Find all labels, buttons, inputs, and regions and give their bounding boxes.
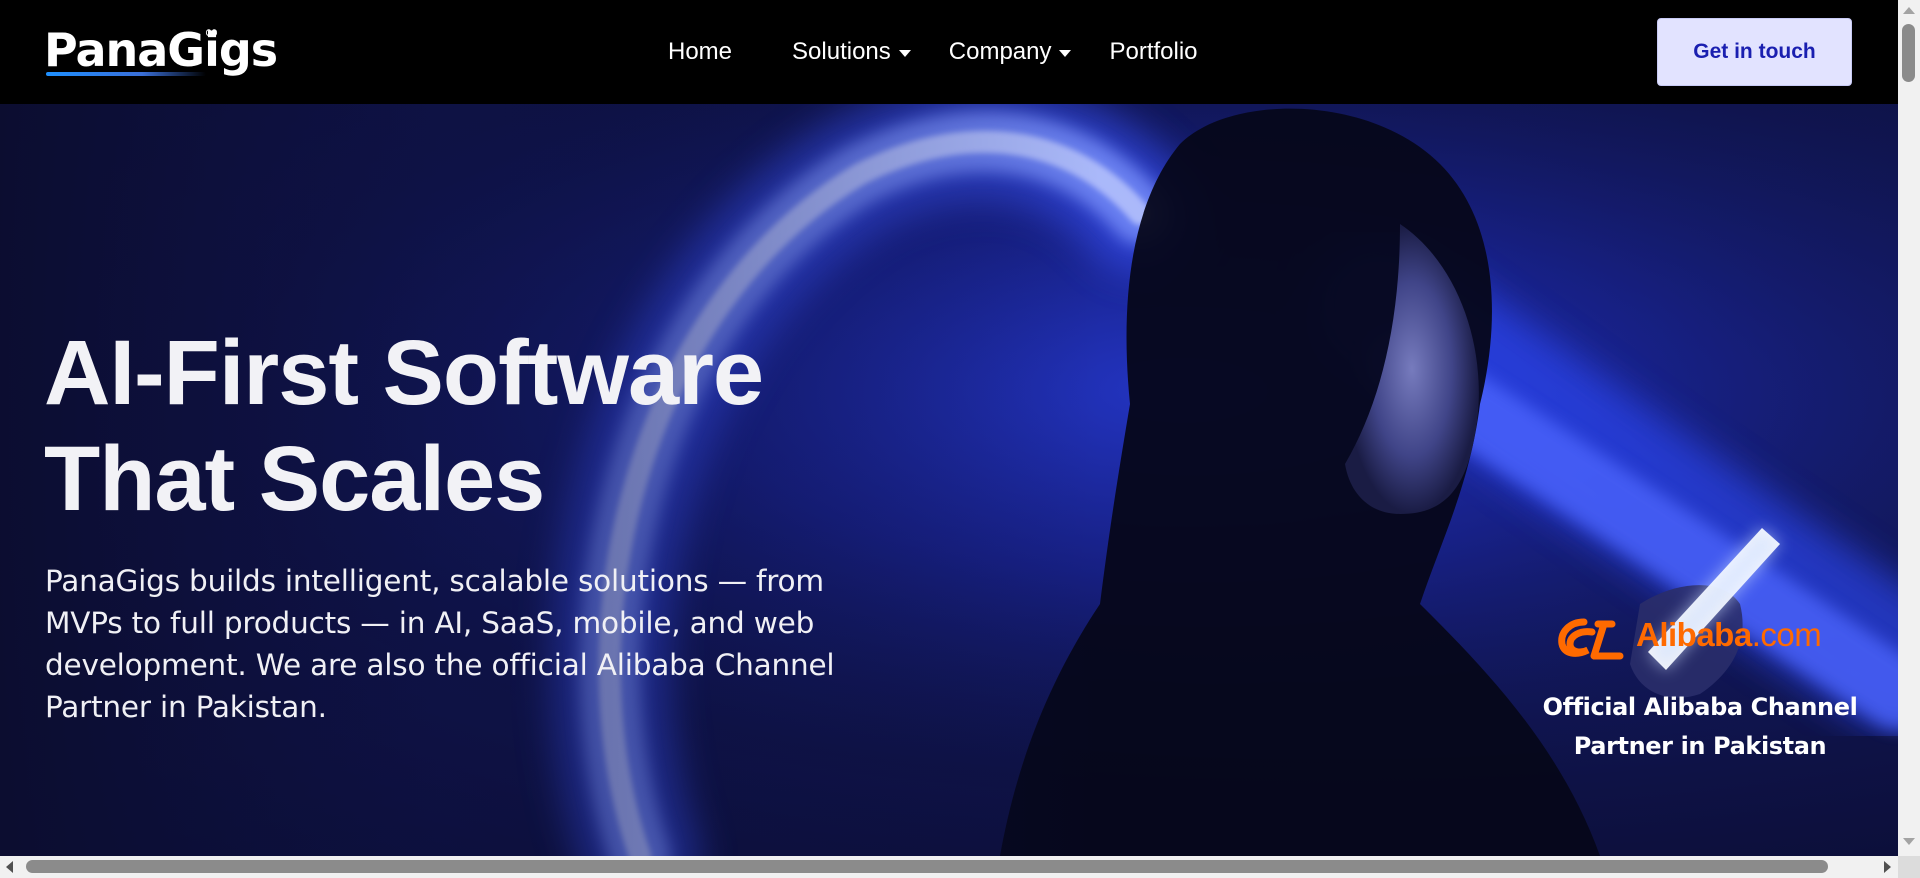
horizontal-scroll-thumb[interactable] bbox=[26, 860, 1828, 873]
horizontal-scrollbar[interactable] bbox=[0, 856, 1898, 878]
scroll-left-arrow-icon[interactable] bbox=[6, 861, 13, 873]
scroll-right-arrow-icon[interactable] bbox=[1884, 861, 1891, 873]
infinity-icon: ∞ bbox=[204, 22, 219, 43]
hero-title-line-2: That Scales bbox=[44, 428, 545, 530]
brand-logo[interactable]: PanaGigs ∞ bbox=[44, 22, 284, 80]
alibaba-swoosh-icon bbox=[1558, 618, 1624, 660]
partner-caption: Official Alibaba Channel Partner in Paki… bbox=[1540, 688, 1860, 766]
vertical-scrollbar[interactable] bbox=[1898, 0, 1920, 856]
alibaba-suffix: .com bbox=[1751, 616, 1822, 653]
hero-title: AI-First Software That Scales bbox=[44, 320, 944, 532]
get-in-touch-button[interactable]: Get in touch bbox=[1657, 18, 1852, 86]
hero-title-line-1: AI-First Software bbox=[44, 322, 764, 424]
logo-underline bbox=[46, 72, 206, 76]
scrollbar-corner bbox=[1898, 856, 1920, 878]
vertical-scroll-thumb[interactable] bbox=[1902, 24, 1915, 82]
nav-solutions-label: Solutions bbox=[792, 38, 891, 65]
get-in-touch-label: Get in touch bbox=[1693, 40, 1816, 63]
partner-caption-line-1: Official Alibaba Channel bbox=[1542, 693, 1858, 721]
nav-company[interactable]: Company bbox=[949, 38, 1072, 66]
nav-home[interactable]: Home bbox=[668, 38, 732, 66]
hero-section: AI-First Software That Scales PanaGigs b… bbox=[0, 104, 1898, 856]
page-viewport: PanaGigs ∞ Home Solutions Company Portfo… bbox=[0, 0, 1898, 856]
scroll-up-arrow-icon[interactable] bbox=[1903, 7, 1915, 14]
nav-solutions[interactable]: Solutions bbox=[792, 38, 911, 66]
nav-home-label: Home bbox=[668, 38, 733, 65]
partner-caption-line-2: Partner in Pakistan bbox=[1573, 732, 1827, 760]
nav-company-label: Company bbox=[948, 38, 1052, 65]
hero-description: PanaGigs builds intelligent, scalable so… bbox=[45, 564, 835, 724]
alibaba-name: Alibaba bbox=[1636, 616, 1752, 653]
nav-portfolio-label: Portfolio bbox=[1109, 38, 1198, 65]
alibaba-wordmark: Alibaba.com bbox=[1636, 616, 1822, 654]
alibaba-logo: Alibaba.com bbox=[1554, 610, 1854, 666]
chevron-down-icon bbox=[898, 50, 911, 57]
brand-name: PanaGigs bbox=[44, 23, 278, 77]
scroll-down-arrow-icon[interactable] bbox=[1903, 838, 1915, 845]
main-nav: Home Solutions Company Portfolio bbox=[668, 34, 1198, 70]
nav-portfolio[interactable]: Portfolio bbox=[1109, 38, 1197, 66]
chevron-down-icon bbox=[1059, 50, 1072, 57]
navbar: PanaGigs ∞ Home Solutions Company Portfo… bbox=[0, 0, 1898, 104]
